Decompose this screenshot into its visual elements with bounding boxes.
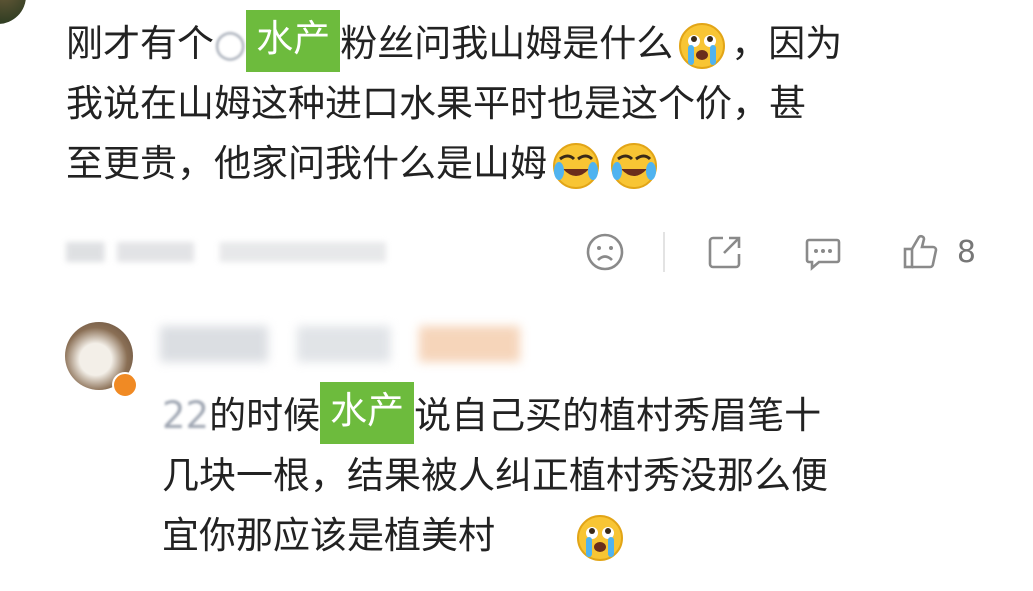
comment-line: 刚才有个○ 水产 粉丝问我山姆是什么 ，因为 bbox=[66, 10, 1006, 74]
comment-line: 22的时候 水产 说自己买的植村秀眉笔十 bbox=[162, 382, 992, 446]
comment-line: 宜你那应该是植美村 bbox=[162, 506, 992, 566]
like-count: 8 bbox=[956, 234, 976, 270]
comment-text-segment: 的时候 bbox=[209, 394, 321, 437]
sticker-label: 水产 bbox=[320, 382, 415, 444]
comment-line: 几块一根，结果被人纠正植村秀没那么便 bbox=[162, 454, 828, 497]
sad-face-icon[interactable] bbox=[585, 232, 625, 272]
laughing-cry-emoji-icon bbox=[611, 142, 657, 189]
action-bar: 8 bbox=[585, 232, 976, 272]
avatar[interactable] bbox=[0, 0, 26, 24]
sticker-label: 水产 bbox=[246, 10, 341, 72]
reply-text: 22的时候 水产 说自己买的植村秀眉笔十 几块一根，结果被人纠正植村秀没那么便 宜你… bbox=[162, 382, 992, 566]
comment-line: 至更贵，他家问我什么是山姆 bbox=[66, 134, 1006, 194]
comment-text-segment: ，因为 bbox=[731, 22, 843, 65]
crying-emoji-icon bbox=[577, 514, 623, 561]
comment-text-segment: 至更贵，他家问我什么是山姆 bbox=[66, 142, 547, 185]
comment-meta: 8 bbox=[66, 232, 1006, 272]
comment-icon[interactable] bbox=[803, 232, 843, 272]
comment-text-segment: 粉丝问我山姆是什么 bbox=[340, 22, 674, 65]
blurred-text: ○ bbox=[214, 22, 247, 65]
crying-emoji-icon bbox=[679, 22, 726, 69]
blurred-username bbox=[160, 326, 520, 362]
comment-text-segment: 宜你那应该是植美村 bbox=[162, 514, 495, 557]
user-badge bbox=[112, 372, 138, 398]
blurred-timestamp bbox=[66, 242, 386, 262]
comment-text-segment: 刚才有个 bbox=[66, 22, 214, 65]
thumbs-up-icon[interactable] bbox=[901, 232, 941, 272]
comment-text: 刚才有个○ 水产 粉丝问我山姆是什么 ，因为 我说在山姆这种进口水果平时也是这个价，… bbox=[66, 10, 1006, 194]
share-icon[interactable] bbox=[705, 232, 745, 272]
comment-line: 我说在山姆这种进口水果平时也是这个价，甚 bbox=[66, 82, 806, 125]
comment-text-segment: 说自己买的植村秀眉笔十 bbox=[414, 394, 822, 437]
divider bbox=[662, 232, 665, 272]
blurred-text: 22 bbox=[162, 394, 210, 437]
laughing-cry-emoji-icon bbox=[553, 142, 599, 189]
